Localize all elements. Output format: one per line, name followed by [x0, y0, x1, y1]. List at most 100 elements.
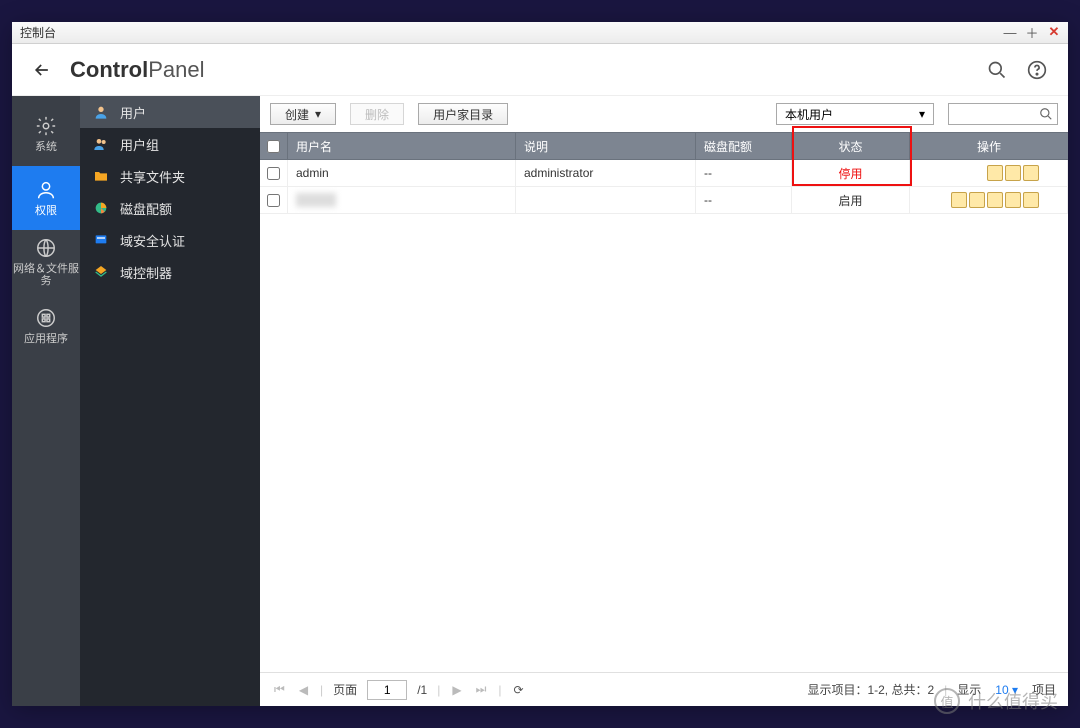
col-desc[interactable]: 说明: [516, 133, 696, 159]
grid-icon: [35, 307, 57, 329]
col-username[interactable]: 用户名: [288, 133, 516, 159]
control-panel-window: 控制台 — ＋ ✕ ControlPanel 系统: [12, 22, 1068, 706]
nav-permissions-label: 权限: [35, 205, 57, 217]
delete-button[interactable]: 删除: [350, 103, 404, 125]
sidebar-item-dc[interactable]: 域控制器: [80, 256, 260, 288]
sidebar-item-domain[interactable]: 域安全认证: [80, 224, 260, 256]
person-icon: [92, 103, 110, 121]
apps-icon[interactable]: [1023, 192, 1039, 208]
nav-permissions[interactable]: 权限: [12, 166, 80, 230]
cell-username: [288, 187, 516, 213]
window-close-icon[interactable]: ✕: [1046, 24, 1062, 40]
folder-icon: [92, 167, 110, 185]
create-button[interactable]: 创建 ▾: [270, 103, 336, 125]
user-icon: [35, 179, 57, 201]
cell-status: 启用: [792, 187, 910, 213]
window-title: 控制台: [20, 24, 56, 41]
sidebar-item-share[interactable]: 共享文件夹: [80, 160, 260, 192]
desktop-dock: [0, 0, 1080, 22]
nav-network[interactable]: 网络＆文件服务: [12, 230, 80, 294]
page-input[interactable]: [367, 680, 407, 700]
sidebar-item-label: 用户: [120, 103, 146, 122]
col-quota[interactable]: 磁盘配额: [696, 133, 792, 159]
app-title-bold: Control: [70, 57, 148, 82]
col-status[interactable]: 状态: [792, 133, 910, 159]
edit-icon[interactable]: [969, 192, 985, 208]
page-next-icon[interactable]: ▶: [450, 683, 463, 697]
page-size-select[interactable]: 10 ▾: [991, 683, 1022, 697]
refresh-icon[interactable]: ⟳: [512, 683, 526, 697]
cell-desc: [516, 187, 696, 213]
cell-ops: [910, 187, 1068, 213]
sidebar-item-quota[interactable]: 磁盘配额: [80, 192, 260, 224]
nav-system[interactable]: 系统: [12, 102, 80, 166]
nav-apps[interactable]: 应用程序: [12, 294, 80, 358]
sidebar-item-label: 域安全认证: [120, 231, 185, 250]
redacted-text: [296, 193, 336, 207]
sidebar-item-label: 域控制器: [120, 263, 172, 282]
app-title-light: Panel: [148, 57, 204, 82]
shield-icon: [92, 231, 110, 249]
lock-icon[interactable]: [1023, 165, 1039, 181]
sidebar-item-label: 共享文件夹: [120, 167, 185, 186]
home-dir-button[interactable]: 用户家目录: [418, 103, 508, 125]
table-row[interactable]: admin administrator -- 停用: [260, 160, 1068, 187]
col-ops: 操作: [910, 133, 1068, 159]
cell-desc: administrator: [516, 160, 696, 186]
globe-icon: [35, 237, 57, 259]
pager-summary: 显示项目：1-2, 总共：2: [807, 681, 934, 698]
back-button[interactable]: [30, 58, 54, 82]
sidebar-item-label: 用户组: [120, 135, 159, 154]
edit-icon[interactable]: [987, 165, 1003, 181]
total-pages: /1: [417, 683, 427, 697]
sidebar: 用户 用户组 共享文件夹 磁盘配额 域安全认证 域控制器: [80, 96, 260, 706]
cell-ops: [910, 160, 1068, 186]
page-first-icon[interactable]: ⏮: [272, 682, 287, 697]
page-prev-icon[interactable]: ◀: [297, 683, 310, 697]
cell-status: 停用: [792, 160, 910, 186]
window-minimize-icon[interactable]: —: [1002, 24, 1018, 40]
pagination: ⏮ ◀ | 页面 /1 | ▶ ⏭ | ⟳ 显示项目：1-2, 总共：2 | 显…: [260, 672, 1068, 706]
user-filter-select[interactable]: 本机用户 ▾: [776, 103, 934, 125]
lock-icon[interactable]: [1005, 192, 1021, 208]
window-maximize-icon[interactable]: ＋: [1024, 24, 1040, 40]
search-icon[interactable]: [1039, 107, 1053, 121]
header-search-button[interactable]: [984, 57, 1010, 83]
create-label: 创建: [285, 106, 309, 123]
app-header: ControlPanel: [12, 44, 1068, 96]
chevron-down-icon: ▾: [315, 107, 321, 121]
items-label: 项目: [1032, 681, 1056, 698]
table-header: 用户名 说明 磁盘配额 状态 操作: [260, 132, 1068, 160]
gear-icon: [35, 115, 57, 137]
nav-network-label: 网络＆文件服务: [12, 263, 80, 287]
header-help-button[interactable]: [1024, 57, 1050, 83]
people-icon: [92, 135, 110, 153]
nav-system-label: 系统: [35, 141, 57, 153]
search-icon: [987, 60, 1007, 80]
table-search[interactable]: [948, 103, 1058, 125]
window-titlebar[interactable]: 控制台 — ＋ ✕: [12, 22, 1068, 44]
table-row[interactable]: -- 启用: [260, 187, 1068, 214]
show-label: 显示: [957, 681, 981, 698]
app-title: ControlPanel: [70, 57, 204, 83]
key-icon[interactable]: [987, 192, 1003, 208]
nav-rail: 系统 权限 网络＆文件服务 应用程序: [12, 96, 80, 706]
help-icon: [1027, 60, 1047, 80]
profile-icon[interactable]: [951, 192, 967, 208]
page-last-icon[interactable]: ⏭: [474, 682, 489, 697]
key-icon[interactable]: [1005, 165, 1021, 181]
row-checkbox[interactable]: [267, 194, 280, 207]
row-checkbox[interactable]: [267, 167, 280, 180]
page-label: 页面: [333, 681, 357, 698]
nav-apps-label: 应用程序: [24, 333, 68, 345]
cell-quota: --: [696, 187, 792, 213]
chevron-down-icon: ▾: [919, 107, 925, 121]
cell-username: admin: [288, 160, 516, 186]
sidebar-item-group[interactable]: 用户组: [80, 128, 260, 160]
sidebar-item-label: 磁盘配额: [120, 199, 172, 218]
search-input[interactable]: [953, 107, 1039, 121]
select-all-checkbox[interactable]: [267, 140, 280, 153]
filter-selected-label: 本机用户: [785, 106, 833, 123]
pie-icon: [92, 199, 110, 217]
sidebar-item-user[interactable]: 用户: [80, 96, 260, 128]
